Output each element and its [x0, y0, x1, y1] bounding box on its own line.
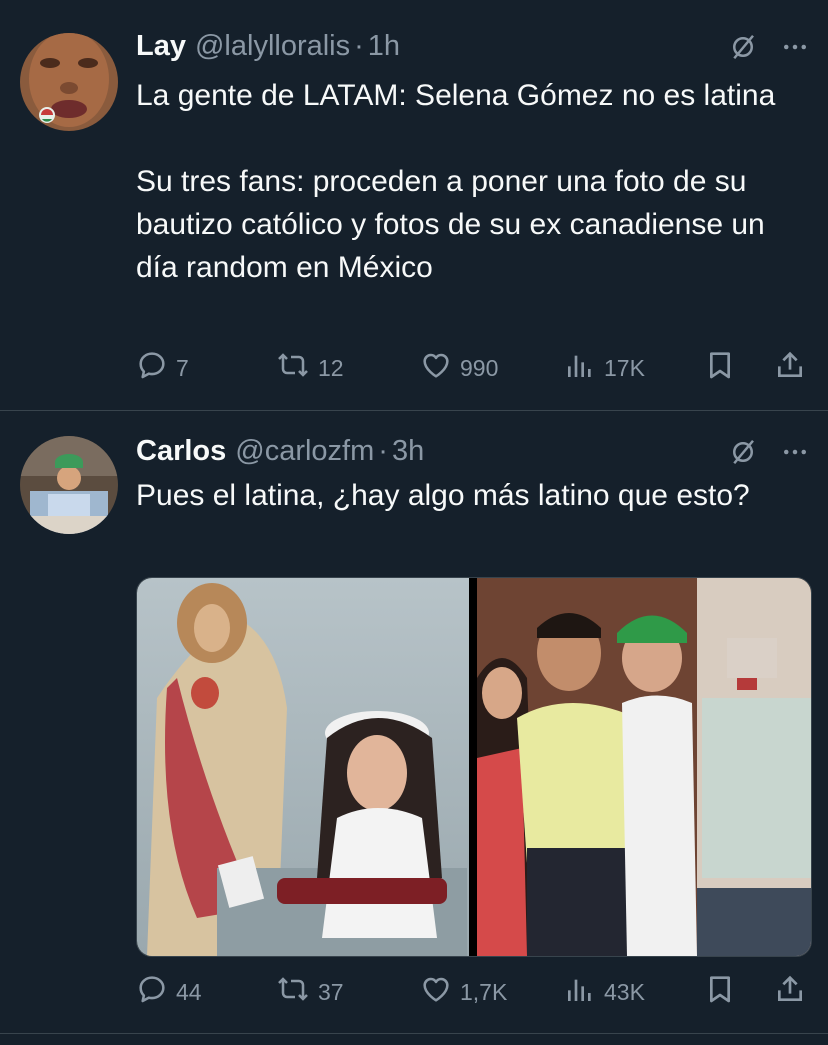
views-icon: [564, 973, 604, 1011]
reply-count: 7: [176, 354, 189, 381]
like-count: 990: [460, 354, 499, 381]
like-button[interactable]: 1,7K: [420, 972, 507, 1012]
views-count: 17K: [604, 354, 645, 381]
bookmark-button[interactable]: [704, 972, 744, 1012]
share-button[interactable]: [774, 972, 814, 1012]
retweet-button[interactable]: 37: [276, 972, 344, 1012]
author-name[interactable]: Lay: [136, 30, 186, 63]
retweet-icon: [276, 349, 318, 387]
share-icon: [774, 973, 814, 1011]
like-icon: [420, 349, 460, 387]
tweet-card[interactable]: Lay @lalylloralis · 1h La gente de LATAM…: [0, 0, 828, 410]
timestamp[interactable]: 3h: [392, 435, 424, 468]
retweet-icon: [276, 973, 318, 1011]
like-icon: [420, 973, 460, 1011]
reply-button[interactable]: 7: [136, 348, 189, 388]
tweet-header: Lay @lalylloralis · 1h: [136, 28, 400, 64]
like-count: 1,7K: [460, 978, 508, 1005]
media-image[interactable]: [477, 578, 811, 956]
separator-dot: ·: [354, 29, 364, 62]
reply-icon: [136, 349, 176, 387]
views-button[interactable]: 43K: [564, 972, 645, 1012]
tweet-text: La gente de LATAM: Selena Gómez no es la…: [136, 79, 776, 284]
more-icon[interactable]: [780, 437, 810, 467]
views-icon: [564, 349, 604, 387]
share-button[interactable]: [774, 348, 814, 388]
bookmark-icon: [704, 973, 744, 1011]
action-bar: 44 37 1,7K 43K: [136, 972, 808, 1012]
views-count: 43K: [604, 978, 645, 1005]
like-button[interactable]: 990: [420, 348, 498, 388]
tweet-card[interactable]: Carlos @carlozfm · 3h Pues el latina, ¿h…: [0, 411, 828, 1033]
avatar[interactable]: [20, 436, 118, 534]
tweet-text: Pues el latina, ¿hay algo más latino que…: [136, 479, 750, 512]
author-name[interactable]: Carlos: [136, 435, 226, 468]
reply-button[interactable]: 44: [136, 972, 202, 1012]
avatar[interactable]: [20, 33, 118, 131]
retweet-button[interactable]: 12: [276, 348, 344, 388]
bookmark-button[interactable]: [704, 348, 744, 388]
action-bar: 7 12 990 17K: [136, 348, 808, 388]
separator-dot: ·: [378, 434, 388, 467]
media-grid[interactable]: [136, 577, 812, 957]
retweet-count: 12: [318, 354, 344, 381]
media-image[interactable]: [137, 578, 469, 956]
tweet-divider: [0, 1033, 828, 1034]
author-handle[interactable]: @lalylloralis: [195, 30, 350, 63]
mute-icon[interactable]: [728, 437, 758, 467]
views-button[interactable]: 17K: [564, 348, 645, 388]
tweet-header: Carlos @carlozfm · 3h: [136, 433, 424, 469]
reply-count: 44: [176, 978, 202, 1005]
mute-icon[interactable]: [728, 32, 758, 62]
bookmark-icon: [704, 349, 744, 387]
share-icon: [774, 349, 814, 387]
reply-icon: [136, 973, 176, 1011]
retweet-count: 37: [318, 978, 344, 1005]
timestamp[interactable]: 1h: [368, 30, 400, 63]
more-icon[interactable]: [780, 32, 810, 62]
author-handle[interactable]: @carlozfm: [235, 435, 374, 468]
